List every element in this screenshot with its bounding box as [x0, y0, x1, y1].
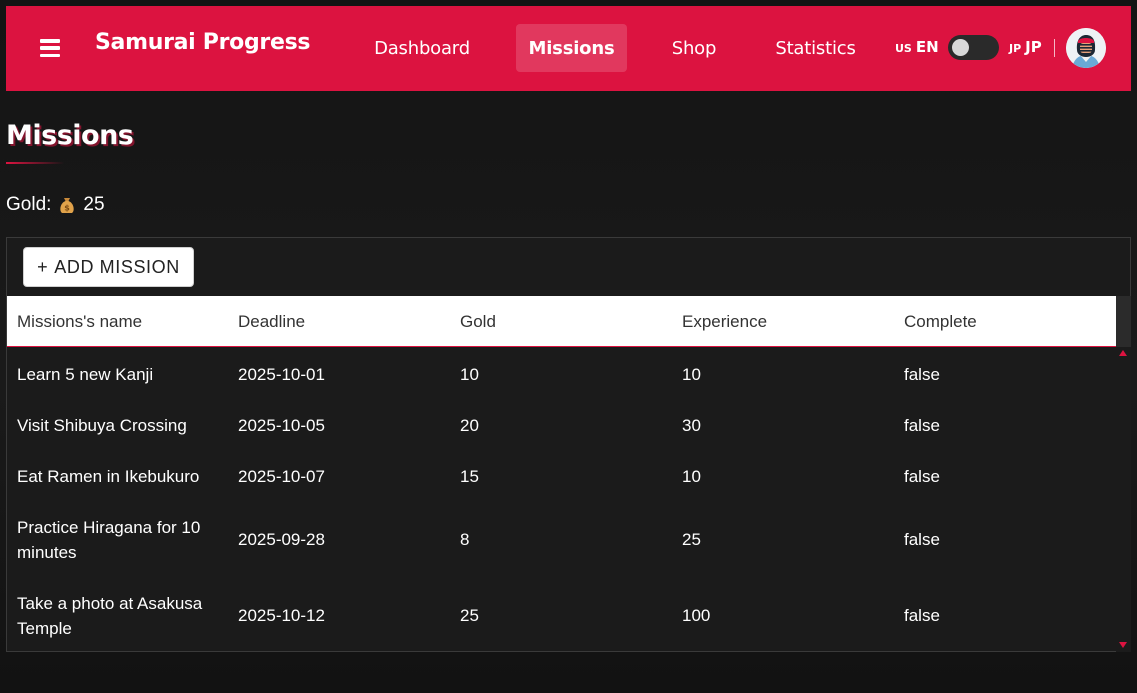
cell-complete: false [904, 530, 940, 549]
column-header-complete[interactable]: Complete [904, 312, 977, 332]
column-header-name[interactable]: Missions's name [17, 312, 142, 332]
samurai-avatar-icon [1066, 28, 1106, 68]
column-header-gold[interactable]: Gold [460, 312, 496, 332]
cell-experience: 100 [682, 606, 711, 625]
cell-deadline: 2025-10-05 [238, 416, 325, 435]
lang-jp-text: JP [1025, 38, 1042, 56]
cell-mission-name: Practice Hiragana for 10 minutes [17, 518, 201, 562]
column-header-experience[interactable]: Experience [682, 312, 767, 332]
cell-complete: false [904, 606, 940, 625]
cell-complete: false [904, 416, 940, 435]
add-mission-label: ADD MISSION [54, 256, 180, 277]
column-header-deadline[interactable]: Deadline [238, 312, 305, 332]
user-avatar[interactable] [1066, 28, 1106, 68]
cell-deadline: 2025-10-01 [238, 365, 325, 384]
cell-mission-name: Take a photo at Asakusa Temple [17, 594, 203, 638]
scrollbar-header-cap [1116, 296, 1131, 347]
cell-gold: 15 [460, 467, 479, 486]
missions-panel: + ADD MISSION Missions's name Deadline G… [6, 237, 1131, 652]
lang-en-text: EN [915, 38, 939, 56]
title-underline [6, 162, 64, 164]
top-app-bar: Samurai Progress Dashboard Missions Shop… [6, 6, 1131, 91]
page-title: Missions [6, 120, 134, 151]
table-header-row: Missions's name Deadline Gold Experience… [7, 296, 1116, 347]
cell-mission-name: Learn 5 new Kanji [17, 365, 154, 384]
nav-statistics[interactable]: Statistics [767, 24, 864, 72]
svg-text:$: $ [65, 204, 71, 213]
cell-mission-name: Visit Shibuya Crossing [17, 416, 187, 435]
lang-en-label: US EN [895, 38, 939, 56]
cell-gold: 20 [460, 416, 479, 435]
cell-gold: 10 [460, 365, 479, 384]
scroll-up-arrow-icon[interactable] [1119, 350, 1127, 356]
cell-experience: 25 [682, 530, 701, 549]
cell-experience: 10 [682, 467, 701, 486]
cell-complete: false [904, 365, 940, 384]
language-toggle[interactable] [948, 35, 999, 60]
cell-mission-name: Eat Ramen in Ikebukuro [17, 467, 200, 486]
money-bag-icon: $ [57, 195, 77, 215]
gold-label: Gold: [6, 194, 52, 215]
gold-value: 25 [83, 194, 105, 215]
plus-icon: + [37, 256, 49, 277]
cell-complete: false [904, 467, 940, 486]
nav-missions[interactable]: Missions [516, 24, 627, 72]
nav-dashboard[interactable]: Dashboard [364, 24, 480, 72]
cell-deadline: 2025-10-12 [238, 606, 325, 625]
jp-flag-code: JP [1009, 42, 1022, 55]
cell-deadline: 2025-09-28 [238, 530, 325, 549]
cell-gold: 25 [460, 606, 479, 625]
add-mission-button[interactable]: + ADD MISSION [23, 247, 194, 287]
lang-jp-label: JP JP [1009, 38, 1042, 56]
cell-gold: 8 [460, 530, 470, 549]
header-divider [1054, 39, 1055, 57]
cell-experience: 10 [682, 365, 701, 384]
us-flag-code: US [895, 42, 912, 55]
table-scrollbar[interactable] [1116, 296, 1131, 652]
cell-experience: 30 [682, 416, 701, 435]
scroll-down-arrow-icon[interactable] [1119, 642, 1127, 648]
toggle-knob [952, 39, 969, 56]
cell-deadline: 2025-10-07 [238, 467, 325, 486]
gold-balance: Gold: $ 25 [6, 194, 105, 216]
nav-shop[interactable]: Shop [662, 24, 726, 72]
